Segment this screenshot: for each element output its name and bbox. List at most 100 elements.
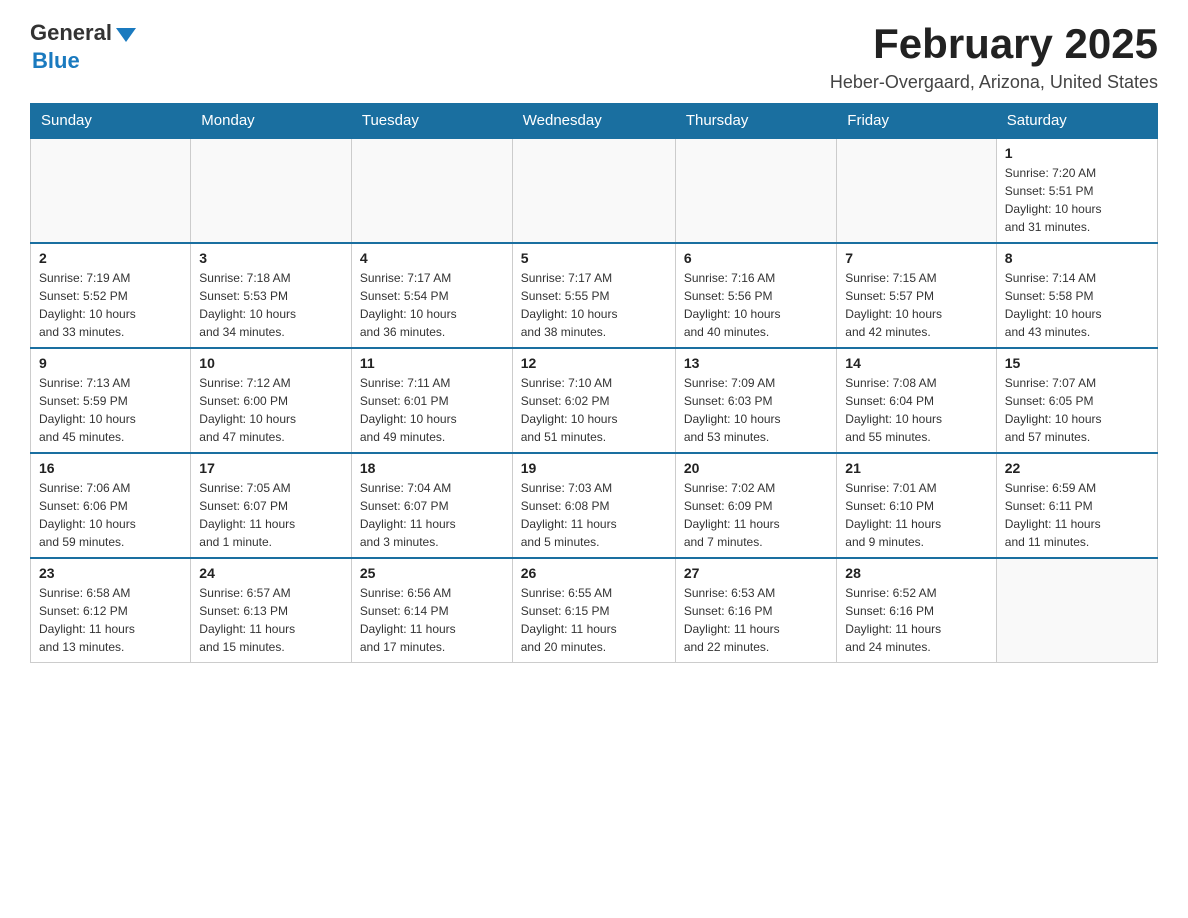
day-info: Sunrise: 7:09 AMSunset: 6:03 PMDaylight:…	[684, 374, 828, 446]
col-friday: Friday	[837, 104, 996, 139]
day-info: Sunrise: 7:11 AMSunset: 6:01 PMDaylight:…	[360, 374, 504, 446]
table-row	[31, 138, 191, 243]
day-info: Sunrise: 7:20 AMSunset: 5:51 PMDaylight:…	[1005, 164, 1149, 236]
day-info: Sunrise: 7:05 AMSunset: 6:07 PMDaylight:…	[199, 479, 343, 551]
day-number: 23	[39, 565, 182, 581]
table-row	[191, 138, 352, 243]
table-row: 11 Sunrise: 7:11 AMSunset: 6:01 PMDayligh…	[351, 348, 512, 453]
day-number: 2	[39, 250, 182, 266]
calendar-week-row: 9 Sunrise: 7:13 AMSunset: 5:59 PMDaylight…	[31, 348, 1158, 453]
col-thursday: Thursday	[675, 104, 836, 139]
day-number: 26	[521, 565, 667, 581]
calendar-week-row: 23Sunrise: 6:58 AMSunset: 6:12 PMDayligh…	[31, 558, 1158, 663]
page-header: General Blue February 2025 Heber-Overgaa…	[30, 20, 1158, 93]
day-info: Sunrise: 6:52 AMSunset: 6:16 PMDaylight:…	[845, 584, 987, 656]
table-row: 4Sunrise: 7:17 AMSunset: 5:54 PMDaylight…	[351, 243, 512, 348]
table-row: 9 Sunrise: 7:13 AMSunset: 5:59 PMDaylight…	[31, 348, 191, 453]
day-number: 21	[845, 460, 987, 476]
day-number: 25	[360, 565, 504, 581]
day-info: Sunrise: 7:18 AMSunset: 5:53 PMDaylight:…	[199, 269, 343, 341]
table-row: 8 Sunrise: 7:14 AMSunset: 5:58 PMDaylight…	[996, 243, 1157, 348]
day-info: Sunrise: 7:17 AMSunset: 5:55 PMDaylight:…	[521, 269, 667, 341]
day-number: 14	[845, 355, 987, 371]
day-info: Sunrise: 7:10 AMSunset: 6:02 PMDaylight:…	[521, 374, 667, 446]
day-number: 27	[684, 565, 828, 581]
logo-arrow-icon	[116, 28, 136, 42]
table-row: 16 Sunrise: 7:06 AMSunset: 6:06 PMDayligh…	[31, 453, 191, 558]
day-info: Sunrise: 7:07 AMSunset: 6:05 PMDaylight:…	[1005, 374, 1149, 446]
day-number: 9	[39, 355, 182, 371]
table-row	[675, 138, 836, 243]
day-info: Sunrise: 7:08 AMSunset: 6:04 PMDaylight:…	[845, 374, 987, 446]
day-number: 24	[199, 565, 343, 581]
table-row: 10 Sunrise: 7:12 AMSunset: 6:00 PMDayligh…	[191, 348, 352, 453]
table-row: 27 Sunrise: 6:53 AMSunset: 6:16 PMDayligh…	[675, 558, 836, 663]
day-number: 28	[845, 565, 987, 581]
calendar-week-row: 16 Sunrise: 7:06 AMSunset: 6:06 PMDayligh…	[31, 453, 1158, 558]
day-info: Sunrise: 7:12 AMSunset: 6:00 PMDaylight:…	[199, 374, 343, 446]
col-sunday: Sunday	[31, 104, 191, 139]
table-row: 24 Sunrise: 6:57 AMSunset: 6:13 PMDayligh…	[191, 558, 352, 663]
day-number: 18	[360, 460, 504, 476]
day-info: Sunrise: 7:02 AMSunset: 6:09 PMDaylight:…	[684, 479, 828, 551]
table-row: 17 Sunrise: 7:05 AMSunset: 6:07 PMDayligh…	[191, 453, 352, 558]
day-number: 11	[360, 355, 504, 371]
table-row: 1 Sunrise: 7:20 AMSunset: 5:51 PMDaylight…	[996, 138, 1157, 243]
table-row: 12 Sunrise: 7:10 AMSunset: 6:02 PMDayligh…	[512, 348, 675, 453]
day-number: 15	[1005, 355, 1149, 371]
day-info: Sunrise: 7:06 AMSunset: 6:06 PMDaylight:…	[39, 479, 182, 551]
day-info: Sunrise: 7:03 AMSunset: 6:08 PMDaylight:…	[521, 479, 667, 551]
day-number: 12	[521, 355, 667, 371]
day-number: 17	[199, 460, 343, 476]
day-info: Sunrise: 6:57 AMSunset: 6:13 PMDaylight:…	[199, 584, 343, 656]
table-row: 25 Sunrise: 6:56 AMSunset: 6:14 PMDayligh…	[351, 558, 512, 663]
location-text: Heber-Overgaard, Arizona, United States	[830, 72, 1158, 93]
calendar-table: Sunday Monday Tuesday Wednesday Thursday…	[30, 103, 1158, 663]
day-number: 5	[521, 250, 667, 266]
day-info: Sunrise: 6:55 AMSunset: 6:15 PMDaylight:…	[521, 584, 667, 656]
day-number: 3	[199, 250, 343, 266]
col-tuesday: Tuesday	[351, 104, 512, 139]
logo-blue-text: Blue	[32, 48, 80, 74]
table-row: 15 Sunrise: 7:07 AMSunset: 6:05 PMDayligh…	[996, 348, 1157, 453]
col-monday: Monday	[191, 104, 352, 139]
table-row: 22 Sunrise: 6:59 AMSunset: 6:11 PMDayligh…	[996, 453, 1157, 558]
table-row	[996, 558, 1157, 663]
day-info: Sunrise: 6:56 AMSunset: 6:14 PMDaylight:…	[360, 584, 504, 656]
day-info: Sunrise: 7:19 AMSunset: 5:52 PMDaylight:…	[39, 269, 182, 341]
calendar-week-row: 1 Sunrise: 7:20 AMSunset: 5:51 PMDaylight…	[31, 138, 1158, 243]
logo-general-text: General	[30, 20, 136, 46]
table-row	[351, 138, 512, 243]
day-number: 20	[684, 460, 828, 476]
col-wednesday: Wednesday	[512, 104, 675, 139]
day-info: Sunrise: 6:59 AMSunset: 6:11 PMDaylight:…	[1005, 479, 1149, 551]
day-info: Sunrise: 7:14 AMSunset: 5:58 PMDaylight:…	[1005, 269, 1149, 341]
table-row: 7Sunrise: 7:15 AMSunset: 5:57 PMDaylight…	[837, 243, 996, 348]
day-number: 6	[684, 250, 828, 266]
table-row: 26 Sunrise: 6:55 AMSunset: 6:15 PMDayligh…	[512, 558, 675, 663]
col-saturday: Saturday	[996, 104, 1157, 139]
day-info: Sunrise: 7:13 AMSunset: 5:59 PMDaylight:…	[39, 374, 182, 446]
table-row: 23Sunrise: 6:58 AMSunset: 6:12 PMDayligh…	[31, 558, 191, 663]
day-number: 4	[360, 250, 504, 266]
calendar-header-row: Sunday Monday Tuesday Wednesday Thursday…	[31, 104, 1158, 139]
day-number: 1	[1005, 145, 1149, 161]
table-row: 14 Sunrise: 7:08 AMSunset: 6:04 PMDayligh…	[837, 348, 996, 453]
table-row: 6Sunrise: 7:16 AMSunset: 5:56 PMDaylight…	[675, 243, 836, 348]
day-number: 16	[39, 460, 182, 476]
day-number: 22	[1005, 460, 1149, 476]
month-title: February 2025	[830, 20, 1158, 68]
day-info: Sunrise: 7:04 AMSunset: 6:07 PMDaylight:…	[360, 479, 504, 551]
day-number: 8	[1005, 250, 1149, 266]
table-row: 3 Sunrise: 7:18 AMSunset: 5:53 PMDaylight…	[191, 243, 352, 348]
table-row: 21Sunrise: 7:01 AMSunset: 6:10 PMDayligh…	[837, 453, 996, 558]
table-row: 13Sunrise: 7:09 AMSunset: 6:03 PMDayligh…	[675, 348, 836, 453]
day-number: 19	[521, 460, 667, 476]
table-row: 19 Sunrise: 7:03 AMSunset: 6:08 PMDayligh…	[512, 453, 675, 558]
table-row: 5 Sunrise: 7:17 AMSunset: 5:55 PMDaylight…	[512, 243, 675, 348]
day-info: Sunrise: 6:53 AMSunset: 6:16 PMDaylight:…	[684, 584, 828, 656]
day-number: 10	[199, 355, 343, 371]
table-row	[837, 138, 996, 243]
table-row: 2 Sunrise: 7:19 AMSunset: 5:52 PMDaylight…	[31, 243, 191, 348]
title-block: February 2025 Heber-Overgaard, Arizona, …	[830, 20, 1158, 93]
